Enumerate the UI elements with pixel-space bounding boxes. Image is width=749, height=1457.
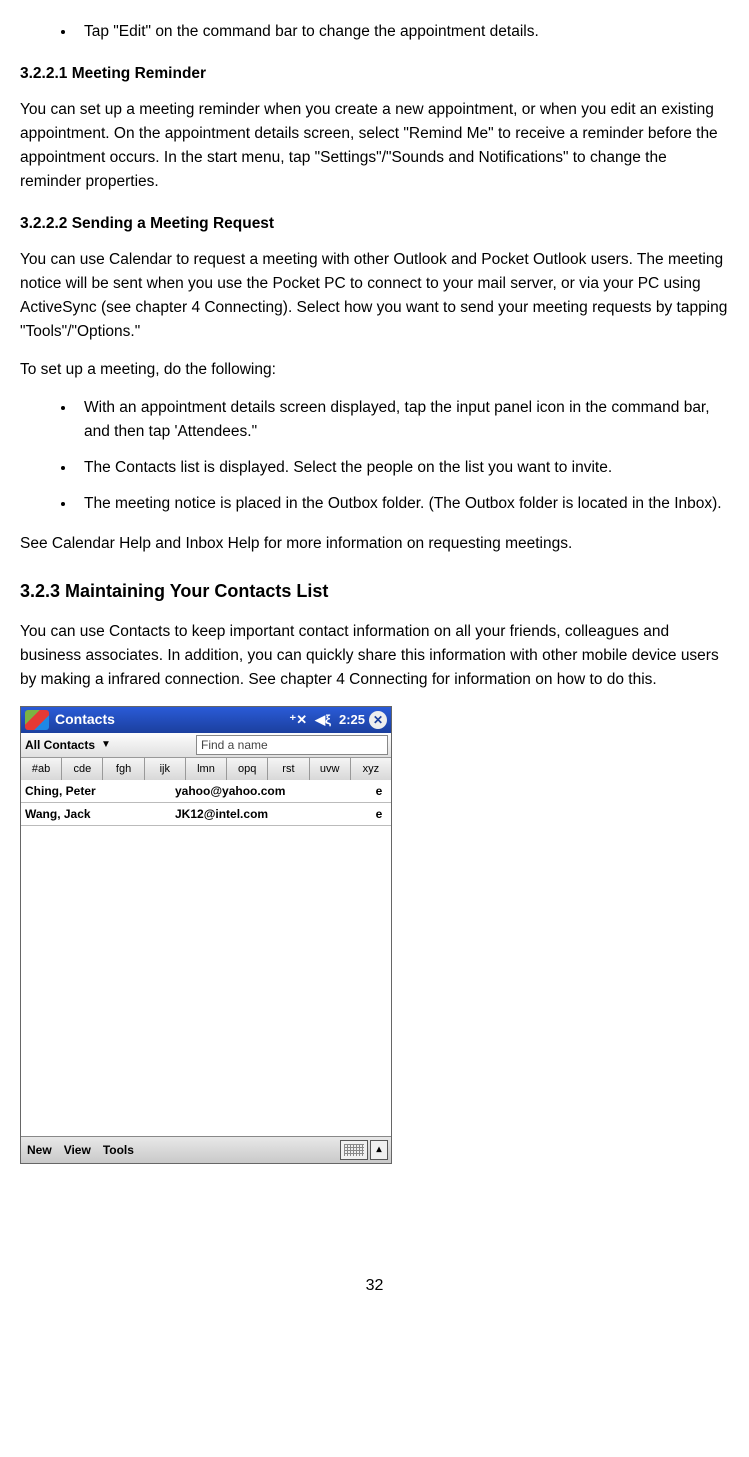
contact-name: Wang, Jack	[21, 805, 175, 824]
alpha-index: #ab cde fgh ijk lmn opq rst uvw xyz	[21, 758, 391, 780]
title-bar: Contacts ⁺✕ ◀ξ 2:25 ✕	[21, 707, 391, 733]
para-contacts: You can use Contacts to keep important c…	[20, 620, 729, 692]
category-selector[interactable]: All Contacts ▼	[21, 733, 193, 757]
start-flag-icon[interactable]	[25, 710, 49, 730]
index-tab[interactable]: uvw	[310, 758, 351, 780]
heading-3-2-3: 3.2.3 Maintaining Your Contacts List	[20, 578, 729, 606]
heading-3-2-2-1: 3.2.2.1 Meeting Reminder	[20, 62, 729, 86]
contact-row[interactable]: Ching, Peter yahoo@yahoo.com e	[21, 780, 391, 803]
contact-tag: e	[367, 782, 391, 801]
para-setup-intro: To set up a meeting, do the following:	[20, 358, 729, 382]
find-name-input[interactable]: Find a name	[196, 735, 388, 755]
index-tab[interactable]: rst	[268, 758, 309, 780]
bullet-edit: Tap "Edit" on the command bar to change …	[76, 20, 729, 44]
index-tab[interactable]: xyz	[351, 758, 391, 780]
index-tab[interactable]: #ab	[21, 758, 62, 780]
menu-view[interactable]: View	[64, 1141, 91, 1160]
para-see-help: See Calendar Help and Inbox Help for mor…	[20, 532, 729, 556]
command-bar: New View Tools ▴	[21, 1136, 391, 1163]
connectivity-icon[interactable]: ⁺✕	[289, 710, 307, 730]
heading-3-2-2-2: 3.2.2.2 Sending a Meeting Request	[20, 212, 729, 236]
sip-keyboard-icon[interactable]	[340, 1140, 368, 1160]
contact-row[interactable]: Wang, Jack JK12@intel.com e	[21, 803, 391, 826]
contact-tag: e	[367, 805, 391, 824]
bullet-outbox: The meeting notice is placed in the Outb…	[76, 492, 729, 516]
contact-name: Ching, Peter	[21, 782, 175, 801]
contact-email: yahoo@yahoo.com	[175, 782, 367, 801]
menu-tools[interactable]: Tools	[103, 1141, 134, 1160]
sip-up-button[interactable]: ▴	[370, 1140, 388, 1160]
para-reminder: You can set up a meeting reminder when y…	[20, 98, 729, 194]
bullet-contacts-list: The Contacts list is displayed. Select t…	[76, 456, 729, 480]
volume-icon[interactable]: ◀ξ	[315, 710, 331, 730]
clock-time[interactable]: 2:25	[339, 710, 365, 730]
page-number: 32	[20, 1184, 729, 1299]
index-tab[interactable]: lmn	[186, 758, 227, 780]
index-tab[interactable]: fgh	[103, 758, 144, 780]
para-request: You can use Calendar to request a meetin…	[20, 248, 729, 344]
contacts-screenshot: Contacts ⁺✕ ◀ξ 2:25 ✕ All Contacts ▼ Fin…	[20, 706, 392, 1164]
contacts-empty-area	[21, 826, 391, 1136]
category-label: All Contacts	[25, 736, 95, 755]
chevron-down-icon: ▼	[101, 737, 111, 753]
index-tab[interactable]: ijk	[145, 758, 186, 780]
contact-email: JK12@intel.com	[175, 805, 367, 824]
index-tab[interactable]: cde	[62, 758, 103, 780]
bullet-attendees: With an appointment details screen displ…	[76, 396, 729, 444]
app-title: Contacts	[53, 709, 285, 731]
index-tab[interactable]: opq	[227, 758, 268, 780]
menu-new[interactable]: New	[27, 1141, 52, 1160]
close-button[interactable]: ✕	[369, 711, 387, 729]
